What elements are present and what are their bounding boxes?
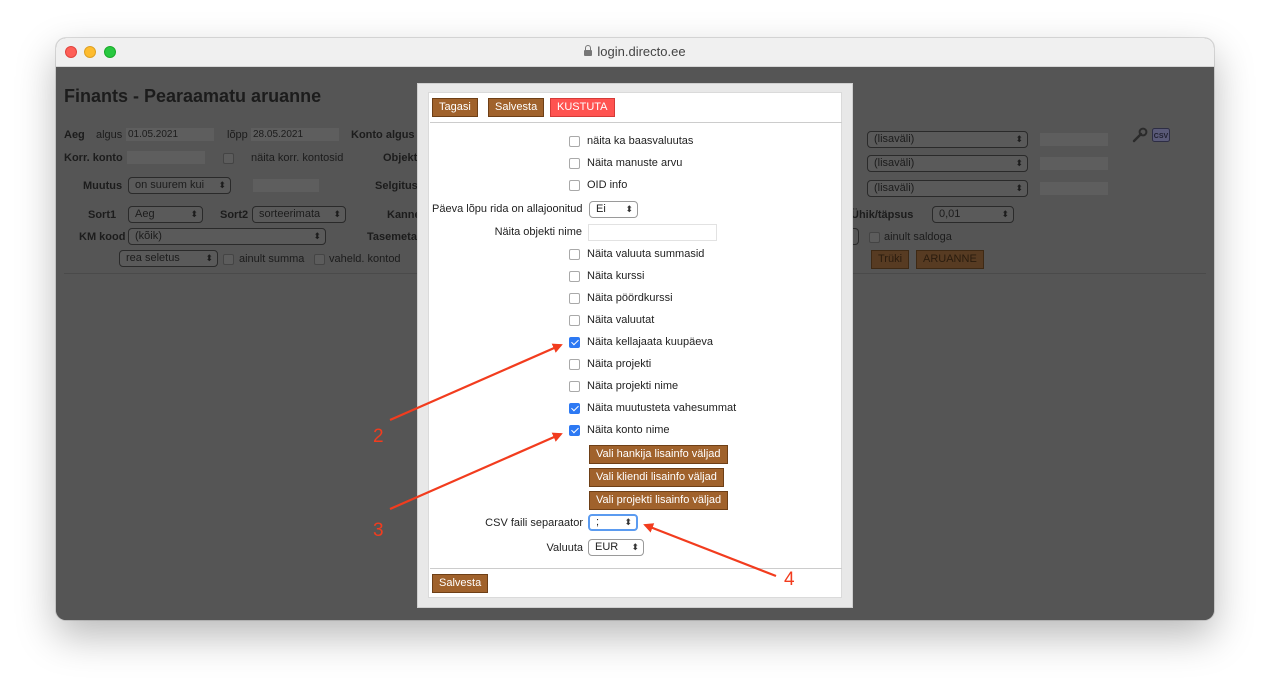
paeva-label: Päeva lõpu rida on allajoonitud (432, 203, 583, 215)
option-checkbox-projekti-nime[interactable] (569, 381, 580, 392)
vaheld-kontod-label: vaheld. kontod (329, 253, 401, 265)
address-bar[interactable]: login.directo.ee (56, 44, 1214, 59)
ainult-saldoga-label: ainult saldoga (884, 231, 952, 243)
lisavali-field-1[interactable] (1040, 133, 1108, 146)
option-checkbox-kurssi[interactable] (569, 271, 580, 282)
annotation-label-4: 4 (784, 569, 795, 590)
option-checkbox-oid[interactable] (569, 180, 580, 191)
title-bar: login.directo.ee (56, 38, 1214, 67)
option-label-baasvaluutas: näita ka baasvaluutas (587, 135, 694, 147)
lopp-field[interactable]: 28.05.2021 (251, 128, 339, 141)
lisavali-select-2[interactable]: (lisaväli) (867, 155, 1028, 172)
option-checkbox-projekti[interactable] (569, 359, 580, 370)
lopp-label: lõpp (227, 129, 248, 141)
lisavali-field-3[interactable] (1040, 182, 1108, 195)
option-label-oid: OID info (587, 179, 628, 191)
rea-seletus-select[interactable]: rea seletus (119, 250, 218, 267)
km-kood-select[interactable]: (kõik) (128, 228, 326, 245)
korr-konto-label: Korr. konto (64, 152, 123, 164)
ainult-summa-label: ainult summa (239, 253, 305, 265)
tasemeta-label: Tasemeta (367, 231, 417, 243)
kliendi-lisainfo-button[interactable]: Vali kliendi lisainfo väljad (589, 468, 724, 487)
muutus-select[interactable]: on suurem kui (128, 177, 231, 194)
option-checkbox-konto-nime[interactable] (569, 425, 580, 436)
aruanne-button[interactable]: ARUANNE (916, 250, 984, 269)
salvesta-button-bottom[interactable]: Salvesta (432, 574, 489, 593)
annotation-label-3: 3 (373, 520, 384, 541)
settings-tools-icon[interactable] (1132, 127, 1148, 143)
muutus-label: Muutus (83, 180, 123, 192)
aeg-label: Aeg (64, 129, 85, 141)
csv-separator-select[interactable]: ; (588, 514, 638, 531)
annotation-label-2: 2 (373, 426, 384, 447)
option-checkbox-manuste[interactable] (569, 158, 580, 169)
konto-algus-label: Konto algus (351, 129, 415, 141)
option-label-projekti-nime: Näita projekti nime (587, 380, 679, 392)
option-label-kellajaata: Näita kellajaata kuupäeva (587, 336, 713, 348)
csv-export-icon[interactable]: CSV (1152, 128, 1170, 142)
option-label-projekti: Näita projekti (587, 358, 652, 370)
option-label-valuuta-summasid: Näita valuuta summasid (587, 248, 705, 260)
option-checkbox-baasvaluutas[interactable] (569, 136, 580, 147)
option-checkbox-muutusteta[interactable] (569, 403, 580, 414)
objekti-nime-label: Näita objekti nime (494, 226, 582, 238)
lisavali-select-1[interactable]: (lisaväli) (867, 131, 1028, 148)
ainult-summa-checkbox[interactable] (223, 254, 234, 265)
objekti-nime-input[interactable] (588, 224, 717, 241)
valuuta-label: Valuuta (546, 542, 584, 554)
sort2-label: Sort2 (220, 209, 249, 221)
algus-field[interactable]: 01.05.2021 (126, 128, 214, 141)
option-label-muutusteta: Näita muutusteta vahesummat (587, 402, 737, 414)
selgitus-label: Selgitus (375, 180, 418, 192)
naita-korr-label: näita korr. kontosid (251, 152, 344, 164)
salvesta-button-top[interactable]: Salvesta (488, 98, 545, 117)
ainult-saldoga-checkbox[interactable] (869, 232, 880, 243)
muutus-field[interactable] (253, 179, 319, 192)
sort2-select[interactable]: sorteerimata (252, 206, 346, 223)
sort1-select[interactable]: Aeg (128, 206, 203, 223)
tagasi-button[interactable]: Tagasi (432, 98, 478, 117)
dialog-divider-top (430, 122, 842, 123)
korr-konto-field[interactable] (127, 151, 205, 164)
sort1-label: Sort1 (88, 209, 117, 221)
projekti-lisainfo-button[interactable]: Vali projekti lisainfo väljad (589, 491, 729, 510)
tasemeta-select-edge[interactable] (853, 228, 859, 245)
paeva-select[interactable]: Ei (589, 201, 638, 218)
option-label-kurssi: Näita kurssi (587, 270, 645, 282)
dialog-divider-bottom (430, 568, 842, 569)
lisavali-field-2[interactable] (1040, 157, 1108, 170)
csv-separator-label: CSV faili separaator (485, 517, 583, 529)
algus-label: algus (96, 129, 123, 141)
lisavali-select-3[interactable]: (lisaväli) (867, 180, 1028, 197)
vaheld-kontod-checkbox[interactable] (314, 254, 325, 265)
truki-button[interactable]: Trüki (871, 250, 910, 269)
option-label-poordkurssi: Näita pöördkurssi (587, 292, 673, 304)
svg-text:CSV: CSV (1154, 133, 1169, 140)
km-kood-label: KM kood (79, 231, 126, 243)
objekt-label: Objekt (383, 152, 418, 164)
page-title: Finants - Pearaamatu aruanne (64, 86, 322, 106)
url-text: login.directo.ee (597, 44, 686, 59)
kanne-label: Kanne (387, 209, 421, 221)
settings-dialog: Tagasi Salvesta KUSTUTA näita ka baasval… (417, 83, 853, 608)
valuuta-select[interactable]: EUR (588, 539, 644, 556)
option-checkbox-valuuta-summasid[interactable] (569, 249, 580, 260)
uhik-label: Ühik/täpsus (851, 209, 914, 221)
option-label-manuste: Näita manuste arvu (587, 157, 683, 169)
kustuta-button[interactable]: KUSTUTA (550, 98, 615, 117)
lock-icon (584, 45, 593, 56)
uhik-select[interactable]: 0,01 (932, 206, 1014, 223)
hankija-lisainfo-button[interactable]: Vali hankija lisainfo väljad (589, 445, 728, 464)
option-checkbox-kellajaata[interactable] (569, 337, 580, 348)
option-label-konto-nime: Näita konto nime (587, 424, 670, 436)
option-checkbox-valuutat[interactable] (569, 315, 580, 326)
option-checkbox-poordkurssi[interactable] (569, 293, 580, 304)
option-label-valuutat: Näita valuutat (587, 314, 655, 326)
naita-korr-checkbox[interactable] (223, 153, 234, 164)
